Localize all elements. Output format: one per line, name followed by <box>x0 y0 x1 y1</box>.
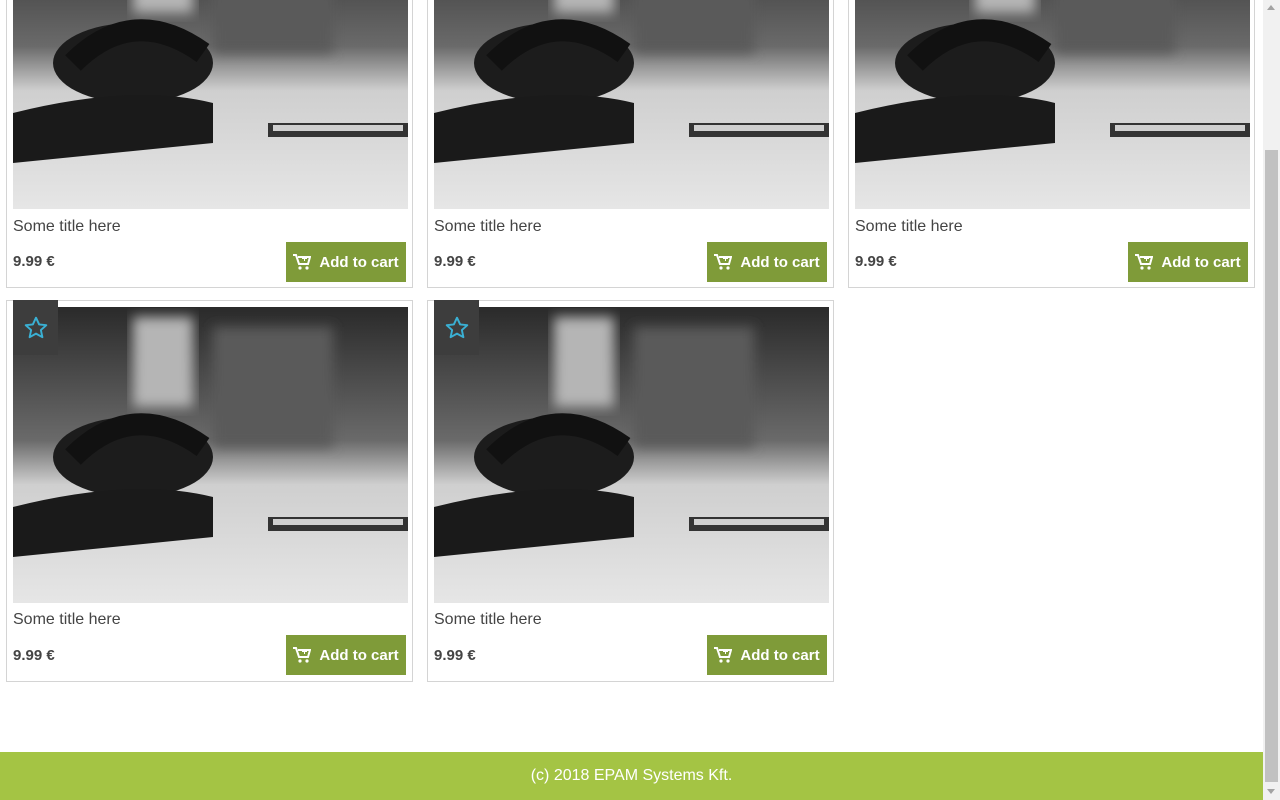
add-to-cart-button[interactable]: Add to cart <box>286 242 406 282</box>
product-image[interactable] <box>13 307 408 603</box>
product-card: Some title here 9.99 € Add to cart <box>848 0 1255 288</box>
star-outline-icon <box>24 316 47 338</box>
add-to-cart-button[interactable]: Add to cart <box>286 635 406 675</box>
scroll-up-arrow-icon[interactable] <box>1267 5 1275 10</box>
product-card: Some title here 9.99 € Add to cart <box>427 300 834 682</box>
product-title: Some title here <box>13 611 121 628</box>
product-price: 9.99 € <box>13 253 55 270</box>
add-to-cart-button[interactable]: Add to cart <box>1128 242 1248 282</box>
product-title: Some title here <box>13 218 121 235</box>
shopping-cart-icon <box>714 254 733 270</box>
shopping-cart-icon <box>714 647 733 663</box>
favorite-button[interactable] <box>13 300 58 355</box>
product-price: 9.99 € <box>13 647 55 664</box>
add-to-cart-label: Add to cart <box>740 253 820 271</box>
page-footer: (c) 2018 EPAM Systems Kft. <box>0 752 1263 800</box>
product-image[interactable] <box>855 0 1250 209</box>
product-title: Some title here <box>434 611 542 628</box>
product-title: Some title here <box>434 218 542 235</box>
add-to-cart-label: Add to cart <box>1161 253 1241 271</box>
product-card: Some title here 9.99 € Add to cart <box>6 300 413 682</box>
vertical-scrollbar[interactable] <box>1263 0 1280 800</box>
product-image[interactable] <box>434 307 829 603</box>
shopping-cart-icon <box>293 254 312 270</box>
scroll-down-arrow-icon[interactable] <box>1267 789 1275 794</box>
product-image[interactable] <box>434 0 829 209</box>
shopping-cart-icon <box>1135 254 1154 270</box>
favorite-button[interactable] <box>434 300 479 355</box>
add-to-cart-label: Add to cart <box>740 646 820 664</box>
product-image[interactable] <box>13 0 408 209</box>
page-viewport: Some title here 9.99 € Add to cart Some … <box>0 0 1263 800</box>
product-price: 9.99 € <box>855 253 897 270</box>
product-card: Some title here 9.99 € Add to cart <box>6 0 413 288</box>
product-card: Some title here 9.99 € Add to cart <box>427 0 834 288</box>
star-outline-icon <box>445 316 468 338</box>
product-title: Some title here <box>855 218 963 235</box>
add-to-cart-label: Add to cart <box>319 253 399 271</box>
add-to-cart-label: Add to cart <box>319 646 399 664</box>
scrollbar-thumb[interactable] <box>1265 150 1278 782</box>
add-to-cart-button[interactable]: Add to cart <box>707 635 827 675</box>
product-price: 9.99 € <box>434 647 476 664</box>
footer-copyright: (c) 2018 EPAM Systems Kft. <box>530 767 733 784</box>
shopping-cart-icon <box>293 647 312 663</box>
add-to-cart-button[interactable]: Add to cart <box>707 242 827 282</box>
product-price: 9.99 € <box>434 253 476 270</box>
